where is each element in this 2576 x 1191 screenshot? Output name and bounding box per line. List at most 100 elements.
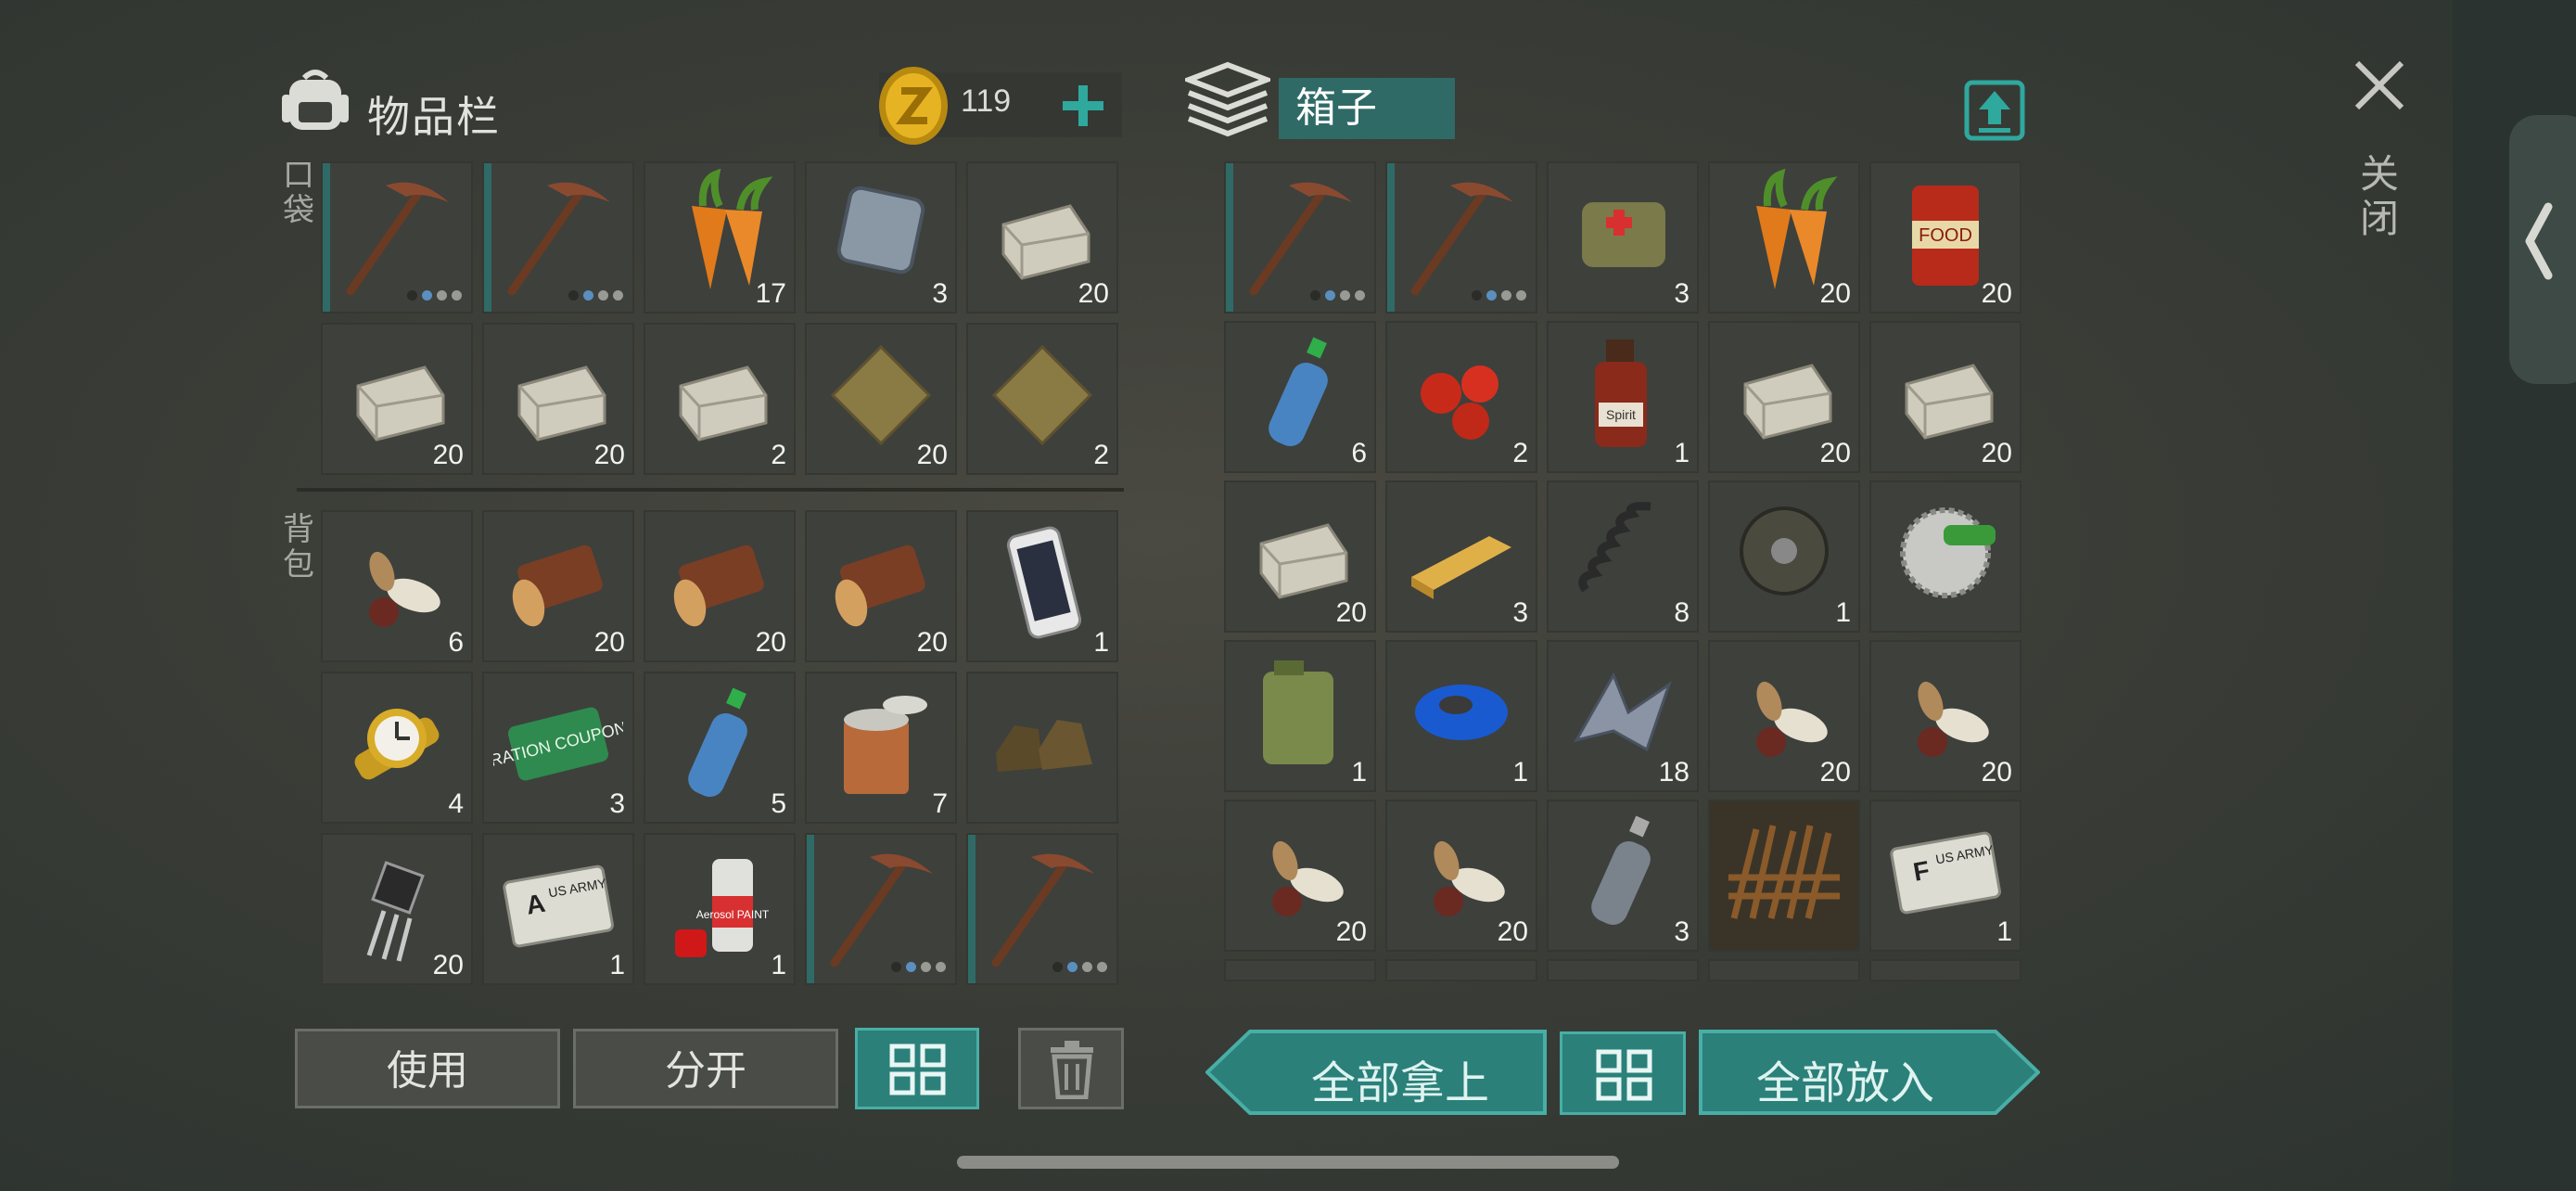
inventory-title: 物品栏 xyxy=(367,93,501,141)
item-count: 20 xyxy=(755,627,786,658)
chest-sort-grid-button[interactable] xyxy=(1560,1031,1686,1115)
chest-slot[interactable]: 3 xyxy=(1547,800,1699,952)
backpack-slot[interactable]: RATION COUPON 3 xyxy=(482,672,634,824)
backpack-slot[interactable]: 1 xyxy=(966,510,1118,662)
put-all-button[interactable]: 全部放入 xyxy=(1697,1030,2040,1115)
chest-slot[interactable] xyxy=(1869,480,2021,633)
backpack-slot[interactable] xyxy=(966,833,1118,985)
chest-slot[interactable]: 3 xyxy=(1385,480,1537,633)
durability-bar xyxy=(1387,163,1395,312)
svg-text:Spirit: Spirit xyxy=(1606,407,1636,422)
backpack-slot[interactable] xyxy=(966,672,1118,824)
upload-icon[interactable] xyxy=(1964,80,2025,141)
split-button[interactable]: 分开 xyxy=(573,1029,838,1108)
spray-paint-icon: Aerosol PAINT xyxy=(675,859,770,957)
item-count: 20 xyxy=(1819,278,1851,309)
item-count: 20 xyxy=(1335,916,1367,947)
backpack-slot[interactable]: 20 xyxy=(644,510,796,662)
sort-grid-button[interactable] xyxy=(855,1028,979,1109)
chest-slot-empty[interactable] xyxy=(1708,959,1860,981)
cloth-icon xyxy=(991,344,1093,446)
durability-dots xyxy=(1472,290,1526,301)
chest-slot[interactable]: 20 xyxy=(1224,480,1376,633)
backpack-slot[interactable]: 6 xyxy=(321,510,473,662)
pocket-slot[interactable]: 2 xyxy=(966,323,1118,475)
put-all-label: 全部放入 xyxy=(1755,1059,1934,1108)
item-count: 8 xyxy=(1674,597,1690,628)
chest-slot[interactable]: 20 xyxy=(1708,321,1860,473)
add-coins-icon[interactable] xyxy=(1061,83,1105,128)
chest-slot[interactable]: FOOD 20 xyxy=(1869,161,2021,314)
chest-slot[interactable]: Spirit 1 xyxy=(1547,321,1699,473)
chest-slot[interactable]: 1 xyxy=(1224,640,1376,792)
pocket-slot[interactable]: 17 xyxy=(644,161,796,314)
chest-slot-empty[interactable] xyxy=(1385,959,1537,981)
use-button[interactable]: 使用 xyxy=(295,1029,560,1108)
item-count: 3 xyxy=(609,788,625,819)
backpack-icon xyxy=(282,70,349,130)
take-all-button[interactable]: 全部拿上 xyxy=(1205,1030,1549,1115)
item-count: 3 xyxy=(1512,597,1528,628)
durability-bar xyxy=(968,835,976,983)
chest-slot[interactable]: 2 xyxy=(1385,321,1537,473)
backpack-slot[interactable]: 20 xyxy=(805,510,957,662)
pickaxe-icon xyxy=(346,182,449,296)
water-bottle-icon xyxy=(1269,337,1328,447)
pocket-slot[interactable] xyxy=(321,161,473,314)
backpack-slot[interactable]: 7 xyxy=(805,672,957,824)
trash-icon xyxy=(1051,1041,1093,1099)
chest-slot[interactable] xyxy=(1708,800,1860,952)
wheel-icon xyxy=(1740,506,1829,596)
ration-coupon-icon: RATION COUPON xyxy=(493,707,623,781)
chest-slot[interactable]: F US ARMY 1 xyxy=(1869,800,2021,952)
pocket-slot[interactable]: 20 xyxy=(482,323,634,475)
chevron-left-icon[interactable] xyxy=(2520,199,2557,283)
chest-slot-empty[interactable] xyxy=(1224,959,1376,981)
chest-slot[interactable]: 18 xyxy=(1547,640,1699,792)
item-count: 1 xyxy=(1835,597,1851,628)
chest-slot[interactable]: 20 xyxy=(1708,640,1860,792)
chest-slot-empty[interactable] xyxy=(1547,959,1699,981)
chest-slot[interactable]: 20 xyxy=(1869,321,2021,473)
durability-dots xyxy=(568,290,623,301)
chest-slot[interactable]: 3 xyxy=(1547,161,1699,314)
jerrycan-icon xyxy=(1263,660,1333,764)
chest-slot[interactable] xyxy=(1224,161,1376,314)
item-count: 6 xyxy=(448,627,464,658)
backpack-slot[interactable] xyxy=(805,833,957,985)
chest-slot[interactable]: 6 xyxy=(1224,321,1376,473)
chest-slot[interactable]: 20 xyxy=(1385,800,1537,952)
item-count: 7 xyxy=(932,788,948,819)
backpack-slot[interactable]: 20 xyxy=(321,833,473,985)
item-count: 3 xyxy=(1674,278,1690,309)
close-label[interactable]: 关闭 xyxy=(2355,152,2404,241)
pickaxe-icon xyxy=(830,853,933,967)
chest-slot[interactable]: 20 xyxy=(1708,161,1860,314)
pocket-slot[interactable]: 3 xyxy=(805,161,957,314)
backpack-slot[interactable]: 20 xyxy=(482,510,634,662)
pocket-slot[interactable]: 20 xyxy=(321,323,473,475)
chest-slot-empty[interactable] xyxy=(1869,959,2021,981)
chest-slot[interactable]: 1 xyxy=(1708,480,1860,633)
chest-slot[interactable]: 8 xyxy=(1547,480,1699,633)
close-icon[interactable] xyxy=(2352,58,2407,113)
chest-slot[interactable]: 20 xyxy=(1869,640,2021,792)
pocket-slot[interactable]: 2 xyxy=(644,323,796,475)
stone-icon xyxy=(679,365,768,442)
pocket-label: 口袋 xyxy=(283,158,314,228)
backpack-slot[interactable]: 4 xyxy=(321,672,473,824)
chest-slot[interactable] xyxy=(1385,161,1537,314)
durability-bar xyxy=(323,163,330,312)
pocket-slot[interactable]: 20 xyxy=(966,161,1118,314)
chest-slot[interactable]: 20 xyxy=(1224,800,1376,952)
backpack-slot[interactable]: 5 xyxy=(644,672,796,824)
pocket-slot[interactable]: 20 xyxy=(805,323,957,475)
watch-icon xyxy=(354,709,440,780)
backpack-slot[interactable]: Aerosol PAINT 1 xyxy=(644,833,796,985)
trash-button[interactable] xyxy=(1018,1028,1124,1109)
pocket-slot[interactable] xyxy=(482,161,634,314)
item-count: 20 xyxy=(916,627,948,658)
chest-slot[interactable]: 1 xyxy=(1385,640,1537,792)
backpack-slot[interactable]: A US ARMY 1 xyxy=(482,833,634,985)
open-can-icon xyxy=(844,696,927,794)
